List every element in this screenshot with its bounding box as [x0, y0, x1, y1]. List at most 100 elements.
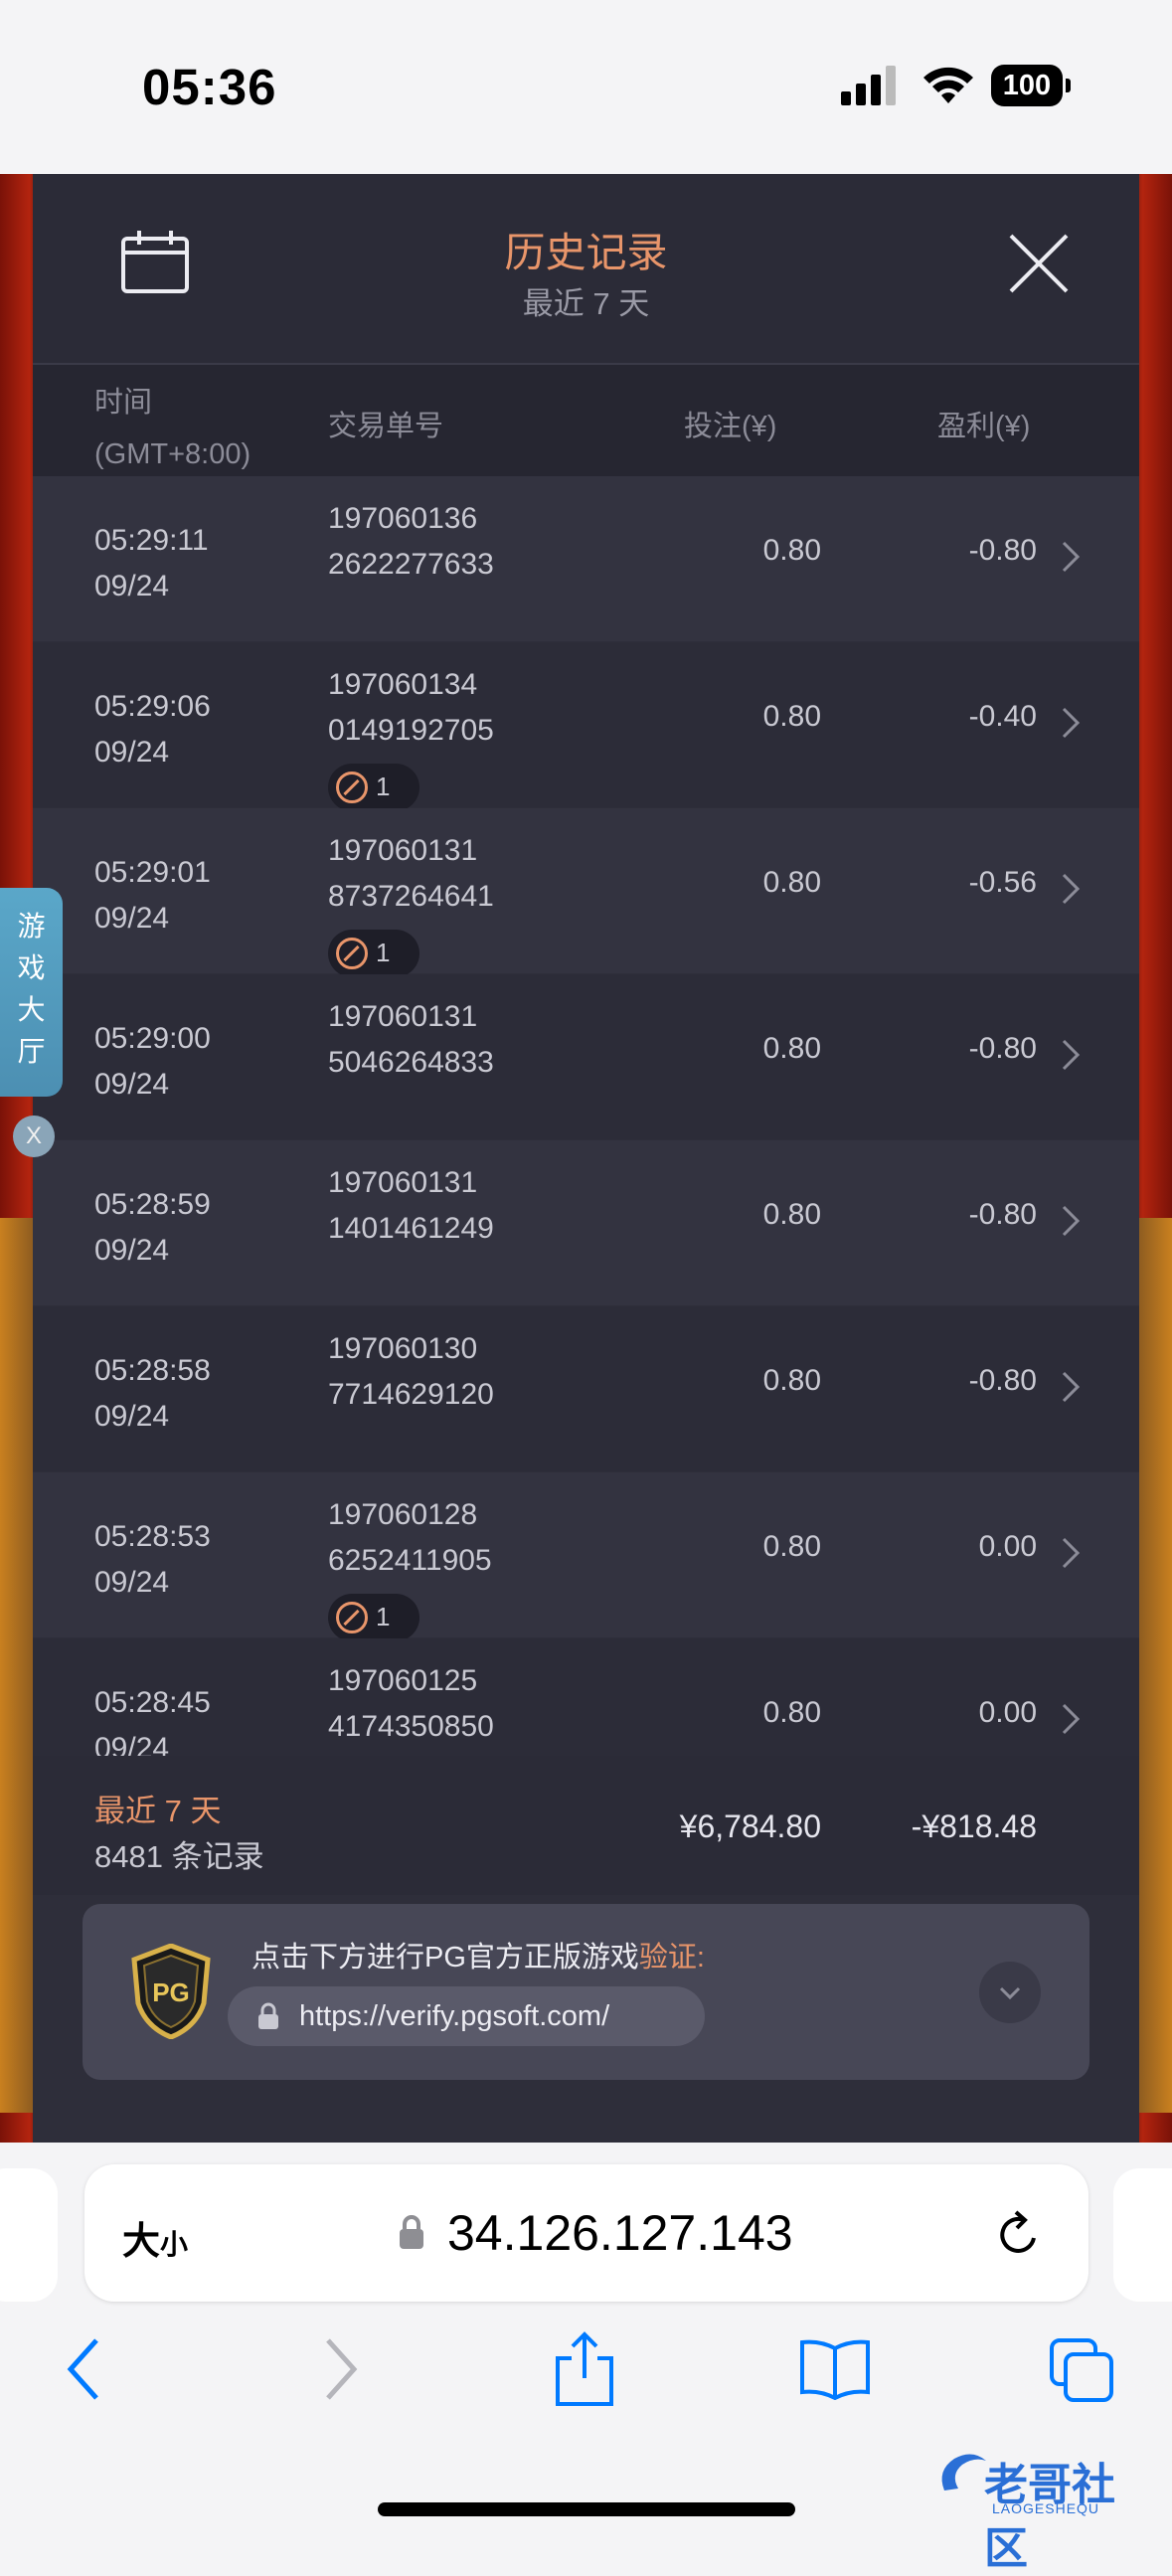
table-row[interactable]: 05:29:00 09/24 197060131 5046264833 0.80 -0.8… [33, 974, 1139, 1139]
row-order-id: 197060131 5046264833 [328, 1000, 494, 1079]
bookmarks-icon[interactable] [798, 2338, 872, 2400]
col-time: 时间 (GMT+8:00) [94, 387, 251, 470]
col-bet: 投注(¥) [684, 411, 777, 442]
verify-link[interactable]: https://verify.pgsoft.com/ [228, 1986, 705, 2046]
game-lobby-tab[interactable]: 游戏大厅 [0, 888, 63, 1097]
row-profit: 0.00 [978, 1530, 1037, 1563]
summary-period: 最近 7 天 [94, 1794, 222, 1828]
chevron-right-icon [1062, 873, 1081, 905]
table-row[interactable]: 05:29:11 09/24 197060136 2622277633 0.80 -0.8… [33, 476, 1139, 641]
row-bet: 0.80 [762, 1696, 821, 1729]
pg-logo-icon: PG [131, 1944, 211, 2039]
row-time: 05:28:59 09/24 [94, 1188, 211, 1267]
chevron-right-icon [1062, 1537, 1081, 1569]
row-order-id: 197060134 0149192705 [328, 668, 494, 747]
table-row[interactable]: 05:28:45 09/24 197060125 4174350850 0.80 0.00 [33, 1638, 1139, 1756]
summary-total-bet: ¥6,784.80 [679, 1808, 821, 1844]
row-time: 05:28:53 09/24 [94, 1520, 211, 1599]
watermark-logo: 老哥社区 LAOGESHEQU [934, 2441, 1158, 2573]
row-bet: 0.80 [762, 1198, 821, 1231]
spin-icon [336, 772, 368, 803]
row-order-id: 197060131 8737264641 [328, 834, 494, 913]
row-time: 05:28:58 09/24 [94, 1354, 211, 1433]
row-time: 05:29:00 09/24 [94, 1022, 211, 1101]
row-time: 05:29:06 09/24 [94, 690, 211, 769]
lobby-close-button[interactable]: X [13, 1116, 55, 1157]
row-bet: 0.80 [762, 866, 821, 899]
table-row[interactable]: 05:29:01 09/24 197060131 8737264641 0.80 -0.5… [33, 808, 1139, 977]
table-row[interactable]: 05:29:06 09/24 197060134 0149192705 0.80 -0.4… [33, 642, 1139, 811]
spin-icon [336, 938, 368, 969]
status-time: 05:36 [142, 59, 277, 115]
summary-row: 最近 7 天 8481 条记录 ¥6,784.80 -¥818.48 [33, 1756, 1139, 1895]
row-profit: -0.80 [968, 534, 1037, 567]
verify-url: https://verify.pgsoft.com/ [299, 2000, 610, 2032]
reload-icon[interactable] [994, 2208, 1044, 2260]
table-row[interactable]: 05:28:59 09/24 197060131 1401461249 0.80 -0.8… [33, 1140, 1139, 1305]
row-time: 05:28:45 09/24 [94, 1686, 211, 1756]
row-order-id: 197060136 2622277633 [328, 502, 494, 581]
url-text: 34.126.127.143 [447, 2205, 793, 2261]
chevron-down-icon [999, 1986, 1021, 2000]
verify-text: 点击下方进行PG官方正版游戏验证: [251, 1942, 705, 1974]
table-row[interactable]: 05:28:53 09/24 197060128 6252411905 0.80 0.00… [33, 1472, 1139, 1641]
close-icon[interactable] [1007, 232, 1071, 295]
share-icon[interactable] [554, 2330, 615, 2408]
chevron-right-icon [1062, 1703, 1081, 1735]
row-bet: 0.80 [762, 1364, 821, 1397]
cellular-signal-icon [841, 66, 896, 105]
row-bet: 0.80 [762, 700, 821, 733]
home-indicator [378, 2502, 795, 2516]
spin-icon [336, 1602, 368, 1633]
lobby-label-char: 戏 [17, 952, 46, 983]
row-profit: -0.80 [968, 1032, 1037, 1065]
lobby-label-char: 大 [17, 994, 46, 1025]
chevron-right-icon [1062, 707, 1081, 739]
row-profit: -0.80 [968, 1198, 1037, 1231]
previous-tab-preview[interactable] [0, 2168, 58, 2302]
history-header: 历史记录 最近 7 天 [33, 174, 1139, 365]
row-bet: 0.80 [762, 534, 821, 567]
tabs-icon[interactable] [1048, 2336, 1117, 2406]
next-tab-preview[interactable] [1113, 2168, 1172, 2302]
row-profit: -0.56 [968, 866, 1037, 899]
summary-total-profit: -¥818.48 [911, 1808, 1037, 1844]
back-icon[interactable] [65, 2334, 104, 2404]
verify-banner: PG 点击下方进行PG官方正版游戏验证: https://verify.pgso… [83, 1904, 1089, 2080]
address-bar[interactable]: 大小 34.126.127.143 [84, 2164, 1088, 2302]
row-bet: 0.80 [762, 1032, 821, 1065]
page-settings-button[interactable]: 大小 [122, 2210, 188, 2265]
forward-icon[interactable] [320, 2334, 360, 2404]
expand-button[interactable] [979, 1962, 1041, 2023]
wifi-icon [923, 67, 973, 103]
free-spin-badge: 1 [328, 930, 419, 977]
lobby-label-char: 厅 [17, 1036, 46, 1067]
lock-icon [258, 2002, 278, 2029]
row-order-id: 197060128 6252411905 [328, 1498, 492, 1577]
row-time: 05:29:01 09/24 [94, 856, 211, 935]
battery-level: 100 [991, 65, 1063, 106]
table-row[interactable]: 05:28:58 09/24 197060130 7714629120 0.80 -0.8… [33, 1306, 1139, 1471]
row-profit: -0.80 [968, 1364, 1037, 1397]
row-order-id: 197060130 7714629120 [328, 1332, 494, 1411]
row-order-id: 197060131 1401461249 [328, 1166, 494, 1245]
row-profit: -0.40 [968, 700, 1037, 733]
history-list: 05:29:11 09/24 197060136 2622277633 0.80 -0.8… [33, 476, 1139, 1756]
chevron-right-icon [1062, 541, 1081, 573]
free-spin-badge: 1 [328, 1594, 419, 1641]
chevron-right-icon [1062, 1371, 1081, 1403]
status-bar: 05:36 100 [0, 0, 1172, 174]
row-time: 05:29:11 09/24 [94, 524, 209, 602]
lobby-label-char: 游 [17, 911, 46, 942]
row-order-id: 197060125 4174350850 [328, 1664, 494, 1743]
table-header: 时间 (GMT+8:00) 交易单号 投注(¥) 盈利(¥) [33, 365, 1139, 476]
summary-count: 8481 条记录 [94, 1839, 264, 1874]
col-profit: 盈利(¥) [937, 411, 1031, 442]
history-title: 历史记录 [504, 230, 668, 275]
battery-icon: 100 [991, 65, 1073, 108]
history-subtitle: 最近 7 天 [522, 286, 650, 321]
history-panel: 历史记录 最近 7 天 时间 (GMT+8:00) 交易单号 投注(¥) 盈利(… [33, 174, 1139, 2143]
col-order-id: 交易单号 [328, 411, 444, 442]
lock-icon [400, 2215, 423, 2249]
chevron-right-icon [1062, 1205, 1081, 1237]
